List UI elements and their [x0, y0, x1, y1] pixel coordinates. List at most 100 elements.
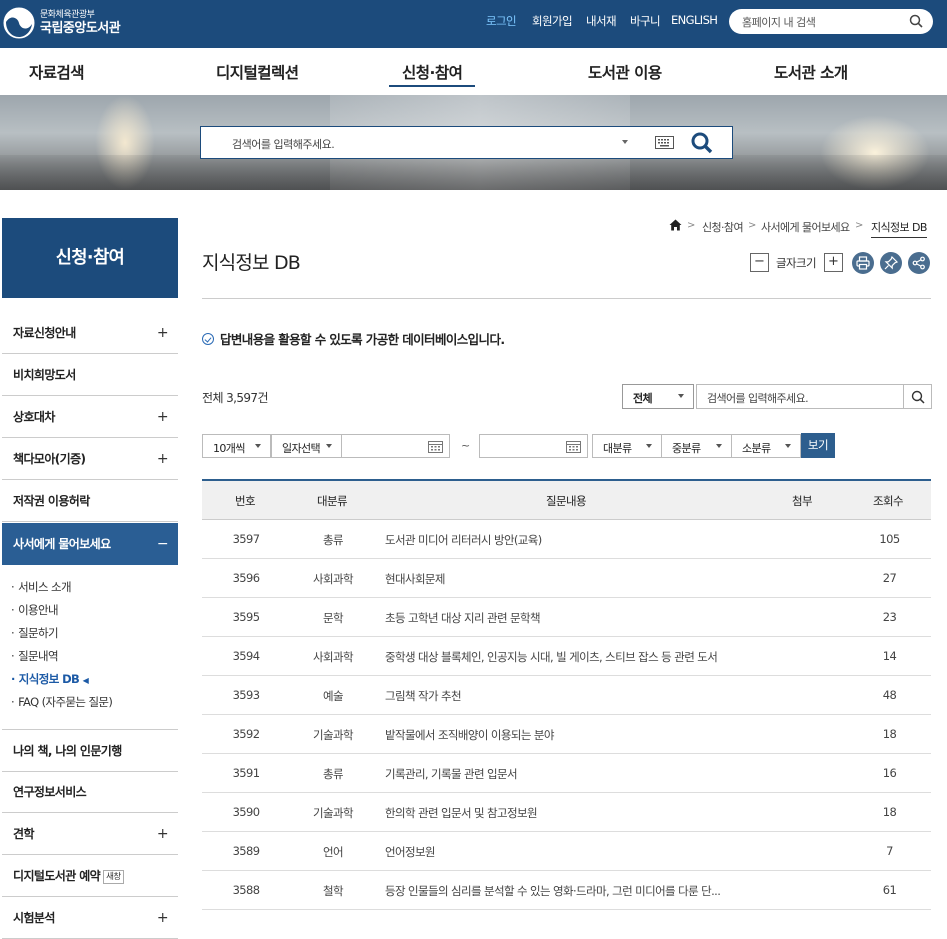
- middle-category-select[interactable]: 중분류: [661, 434, 732, 458]
- table-row[interactable]: 3597 총류 도서관 미디어 리터러시 방안(교육) 105: [202, 520, 931, 559]
- print-button[interactable]: [852, 252, 874, 274]
- keyword-search-button[interactable]: [903, 384, 932, 409]
- end-date-input[interactable]: [479, 434, 588, 458]
- my-library-link[interactable]: 내서재: [586, 13, 617, 29]
- expand-icon[interactable]: +: [157, 438, 169, 480]
- cart-link[interactable]: 바구니: [630, 13, 661, 29]
- row-question-link[interactable]: 기록관리, 기록물 관련 입문서: [385, 766, 518, 782]
- sidebar-subitem-faq[interactable]: · FAQ (자주묻는 질문): [11, 694, 113, 710]
- row-question-link[interactable]: 초등 고학년 대상 지리 관련 문학책: [385, 610, 541, 626]
- english-link[interactable]: ENGLISH: [671, 13, 718, 27]
- row-question-link[interactable]: 등장 인물들의 심리를 분석할 수 있는 영화·드라마, 그런 미디어를 다룬 …: [385, 883, 721, 899]
- sidebar-subitem-service-intro[interactable]: · 서비스 소개: [11, 579, 72, 595]
- row-question-link[interactable]: 한의학 관련 입문서 및 참고정보원: [385, 805, 538, 821]
- sidebar-subitem-question-history[interactable]: · 질문내역: [11, 648, 59, 664]
- font-decrease-button[interactable]: −: [750, 253, 769, 272]
- table-row[interactable]: 3589 언어 언어정보원 7: [202, 832, 931, 871]
- share-icon: [912, 256, 925, 270]
- keyboard-icon[interactable]: [655, 136, 674, 149]
- search-option-arrow-icon[interactable]: [622, 140, 628, 144]
- row-views: 16: [882, 766, 897, 780]
- nav-library-use[interactable]: 도서관 이용: [588, 61, 662, 83]
- table-row[interactable]: 3591 총류 기록관리, 기록물 관련 입문서 16: [202, 754, 931, 793]
- bookmark-button[interactable]: [880, 252, 902, 274]
- chevron-down-icon: [678, 394, 684, 398]
- total-count: 전체 3,597건: [202, 391, 268, 405]
- sidebar-item-donation[interactable]: 책다모아(기증) +: [2, 438, 178, 480]
- major-category-select[interactable]: 대분류: [592, 434, 662, 458]
- table-row[interactable]: 3590 기술과학 한의학 관련 입문서 및 참고정보원 18: [202, 793, 931, 832]
- breadcrumb-level-2[interactable]: 사서에게 물어보세요: [761, 219, 850, 235]
- sidebar-item-interlibrary-loan[interactable]: 상호대차 +: [2, 396, 178, 438]
- breadcrumb-level-1[interactable]: 신청·참여: [702, 219, 744, 235]
- calendar-icon[interactable]: [566, 440, 581, 453]
- expand-icon[interactable]: +: [157, 312, 169, 354]
- row-views: 48: [882, 688, 897, 702]
- collapse-icon[interactable]: −: [157, 523, 169, 565]
- nav-active-indicator: [389, 85, 475, 87]
- table-row[interactable]: 3592 기술과학 밭작물에서 조직배양이 이용되는 분야 18: [202, 715, 931, 754]
- breadcrumb-separator-icon: >: [687, 220, 696, 231]
- signup-link[interactable]: 회원가입: [532, 13, 573, 29]
- view-button[interactable]: 보기: [801, 433, 835, 458]
- row-views: 18: [882, 727, 897, 741]
- new-window-badge: 새창: [103, 870, 124, 884]
- row-question-link[interactable]: 도서관 미디어 리터러시 방안(교육): [385, 532, 542, 548]
- row-views: 27: [882, 571, 897, 585]
- sidebar-item-humanities-trip[interactable]: 나의 책, 나의 인문기행: [2, 729, 178, 772]
- main-search-box[interactable]: 검색어를 입력해주세요.: [200, 126, 733, 159]
- sidebar-item-purchase-request[interactable]: 비치희망도서: [2, 354, 178, 396]
- table-row[interactable]: 3588 철학 등장 인물들의 심리를 분석할 수 있는 영화·드라마, 그런 미디…: [202, 871, 931, 910]
- sidebar-item-research-info[interactable]: 연구정보서비스: [2, 771, 178, 813]
- nav-application[interactable]: 신청·참여: [402, 61, 463, 83]
- pin-icon: [884, 256, 898, 270]
- site-search-input[interactable]: 홈페이지 내 검색: [729, 9, 933, 34]
- page-size-select[interactable]: 10개씩: [202, 434, 271, 458]
- breadcrumb-separator-icon: >: [748, 220, 757, 231]
- nav-digital-collection[interactable]: 디지털컬렉션: [216, 61, 299, 83]
- row-question-link[interactable]: 그림책 작가 추천: [385, 688, 462, 704]
- expand-icon[interactable]: +: [157, 813, 169, 855]
- expand-icon[interactable]: +: [157, 897, 169, 939]
- start-date-input[interactable]: [341, 434, 450, 458]
- row-number: 3591: [232, 766, 260, 780]
- keyword-placeholder: 검색어를 입력해주세요.: [707, 392, 809, 405]
- table-row[interactable]: 3596 사회과학 현대사회문제 27: [202, 559, 931, 598]
- date-type-select[interactable]: 일자선택: [271, 434, 342, 458]
- row-question-link[interactable]: 밭작물에서 조직배양이 이용되는 분야: [385, 727, 554, 743]
- table-row[interactable]: 3594 사회과학 중학생 대상 블록체인, 인공지능 시대, 빌 게이츠, 스티브…: [202, 637, 931, 676]
- sidebar-item-material-request[interactable]: 자료신청안내 +: [2, 312, 178, 354]
- nav-library-intro[interactable]: 도서관 소개: [774, 61, 848, 83]
- table-row[interactable]: 3593 예술 그림책 작가 추천 48: [202, 676, 931, 715]
- sidebar-item-copyright[interactable]: 저작권 이용허락: [2, 480, 178, 522]
- sidebar-subitem-knowledge-db[interactable]: · 지식정보 DB ◀: [11, 671, 89, 687]
- site-search-placeholder: 홈페이지 내 검색: [742, 16, 816, 29]
- row-question-link[interactable]: 언어정보원: [385, 844, 436, 860]
- keyword-input[interactable]: 검색어를 입력해주세요.: [696, 384, 904, 409]
- row-views: 61: [882, 883, 897, 897]
- minor-category-select[interactable]: 소분류: [731, 434, 801, 458]
- sidebar-item-digital-reservation[interactable]: 디지털도서관 예약 새창: [2, 855, 178, 897]
- site-logo[interactable]: 문화체육관광부 국립중앙도서관: [40, 10, 121, 37]
- home-icon[interactable]: [669, 219, 682, 231]
- font-increase-button[interactable]: +: [824, 253, 843, 272]
- search-icon[interactable]: [909, 14, 923, 28]
- row-question-link[interactable]: 현대사회문제: [385, 571, 445, 587]
- font-size-label: 글자크기: [776, 256, 817, 270]
- login-link[interactable]: 로그인: [486, 13, 517, 29]
- table-row[interactable]: 3595 문학 초등 고학년 대상 지리 관련 문학책 23: [202, 598, 931, 637]
- chevron-down-icon: [716, 444, 722, 448]
- expand-icon[interactable]: +: [157, 396, 169, 438]
- search-icon[interactable]: [691, 132, 713, 154]
- sidebar-subitem-ask-question[interactable]: · 질문하기: [11, 625, 59, 641]
- calendar-icon[interactable]: [428, 440, 443, 453]
- sidebar-item-exam-analysis[interactable]: 시험분석 +: [2, 897, 178, 939]
- nav-search[interactable]: 자료검색: [29, 61, 85, 83]
- government-emblem-icon[interactable]: [3, 7, 35, 39]
- sidebar-item-ask-librarian[interactable]: 사서에게 물어보세요 −: [2, 523, 178, 565]
- sidebar-subitem-usage-guide[interactable]: · 이용안내: [11, 602, 59, 618]
- share-button[interactable]: [908, 252, 930, 274]
- sidebar-item-tour[interactable]: 견학 +: [2, 813, 178, 855]
- scope-select[interactable]: 전체: [622, 384, 694, 409]
- row-question-link[interactable]: 중학생 대상 블록체인, 인공지능 시대, 빌 게이츠, 스티브 잡스 등 관련…: [385, 649, 718, 665]
